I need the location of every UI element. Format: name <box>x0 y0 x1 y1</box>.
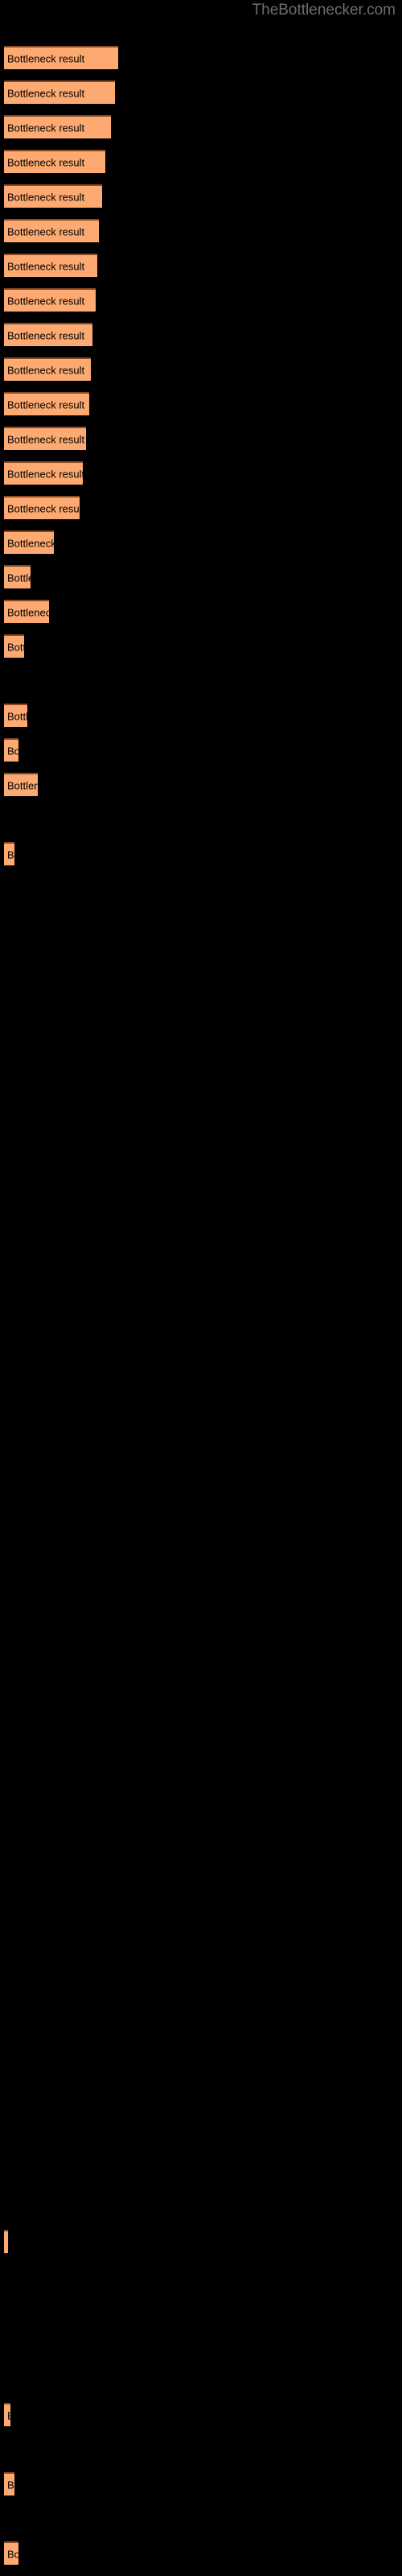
bar-row: Bottleneck result <box>0 392 402 415</box>
bar-label: Bottleneck result <box>7 2479 14 2491</box>
bar[interactable]: Bottleneck result <box>4 80 115 104</box>
bar-label: Bottleneck result <box>7 87 85 99</box>
bar-row: Bottleneck result <box>0 600 402 623</box>
bottleneck-bar-chart: TheBottlenecker.com Bottleneck result Bot… <box>0 0 402 2576</box>
bar[interactable]: Bottleneck result <box>4 704 27 727</box>
bar-label: Bottleneck result <box>7 398 85 411</box>
bar-label: Bottleneck result <box>7 641 24 653</box>
bar-label: Bottleneck result <box>7 225 85 237</box>
bar[interactable]: Bottleneck result <box>4 738 18 762</box>
bar[interactable]: Bottleneck result <box>4 219 99 242</box>
bar-label: Bottleneck result <box>7 122 85 134</box>
bar-row: Bottleneck result <box>0 80 402 104</box>
bar-row: Bottleneck result <box>0 2541 402 2565</box>
bar-row: Bottleneck result <box>0 357 402 381</box>
bar[interactable]: Bottleneck result <box>4 150 105 173</box>
bar[interactable]: Bottleneck result <box>4 773 38 796</box>
bar-row: Bottleneck result <box>0 184 402 208</box>
bar-label: Bottleneck result <box>7 295 85 307</box>
bar-label: Bottleneck result <box>7 191 85 203</box>
bar[interactable]: Bottleneck result <box>4 2230 8 2253</box>
bar[interactable]: Bottleneck result <box>4 115 111 138</box>
bar-label: Bottleneck result <box>7 606 49 618</box>
bar-label: Bottleneck result <box>7 364 85 376</box>
bar[interactable]: Bottleneck result <box>4 461 83 485</box>
plot-area: Bottleneck result Bottleneck result Bottle… <box>0 0 402 2576</box>
bar-row: Bottleneck result <box>0 704 402 727</box>
bar[interactable]: Bottleneck result <box>4 323 92 346</box>
bar-row: Bottleneck result <box>0 565 402 588</box>
bar[interactable]: Bottleneck result <box>4 2403 10 2426</box>
bar-row: Bottleneck result <box>0 2403 402 2426</box>
bar[interactable]: Bottleneck result <box>4 2541 18 2565</box>
bar-label: Bottleneck result <box>7 260 85 272</box>
bar-row: Bottleneck result <box>0 461 402 485</box>
bar[interactable]: Bottleneck result <box>4 496 80 519</box>
bar-row: Bottleneck result <box>0 254 402 277</box>
bar-row: Bottleneck result <box>0 46 402 69</box>
bar-row: Bottleneck result <box>0 115 402 138</box>
bar-row: Bottleneck result <box>0 323 402 346</box>
bar-row: Bottleneck result <box>0 634 402 658</box>
bar[interactable]: Bottleneck result <box>4 600 49 623</box>
bar-label: Bottleneck result <box>7 572 31 584</box>
bar[interactable]: Bottleneck result <box>4 254 97 277</box>
bar-label: Bottleneck result <box>7 848 14 861</box>
bar[interactable]: Bottleneck result <box>4 842 14 865</box>
bar-label: Bottleneck result <box>7 779 38 791</box>
bar-label: Bottleneck result <box>7 502 80 514</box>
bar-label: Bottleneck result <box>7 2410 10 2421</box>
bar[interactable]: Bottleneck result <box>4 357 91 381</box>
bar[interactable]: Bottleneck result <box>4 565 31 588</box>
bar-row: Bottleneck result <box>0 2230 402 2253</box>
bar-label: Bottleneck result <box>7 745 18 757</box>
bar-label: Bottleneck result <box>7 710 27 722</box>
bar-label: Bottleneck result <box>7 329 85 341</box>
bar[interactable]: Bottleneck result <box>4 288 96 312</box>
bar-row: Bottleneck result <box>0 738 402 762</box>
bar-label: Bottleneck result <box>7 468 83 480</box>
bar-row: Bottleneck result <box>0 219 402 242</box>
bar[interactable]: Bottleneck result <box>4 634 24 658</box>
bar[interactable]: Bottleneck result <box>4 46 118 69</box>
bar[interactable]: Bottleneck result <box>4 427 86 450</box>
bar-label: Bottleneck result <box>7 537 54 549</box>
bar-label: Bottleneck result <box>7 2237 8 2248</box>
bar-label: Bottleneck result <box>7 156 85 168</box>
bar-row: Bottleneck result <box>0 288 402 312</box>
bar-row: Bottleneck result <box>0 842 402 865</box>
bar-row: Bottleneck result <box>0 530 402 554</box>
bar-row: Bottleneck result <box>0 773 402 796</box>
bar[interactable]: Bottleneck result <box>4 184 102 208</box>
bar-label: Bottleneck result <box>7 2548 18 2560</box>
bar[interactable]: Bottleneck result <box>4 392 89 415</box>
bar[interactable]: Bottleneck result <box>4 530 54 554</box>
bar-label: Bottleneck result <box>7 433 85 445</box>
bar[interactable]: Bottleneck result <box>4 2472 14 2496</box>
bar-row: Bottleneck result <box>0 150 402 173</box>
bar-row: Bottleneck result <box>0 427 402 450</box>
bar-row: Bottleneck result <box>0 2472 402 2496</box>
bar-label: Bottleneck result <box>7 52 85 64</box>
bar-row: Bottleneck result <box>0 496 402 519</box>
